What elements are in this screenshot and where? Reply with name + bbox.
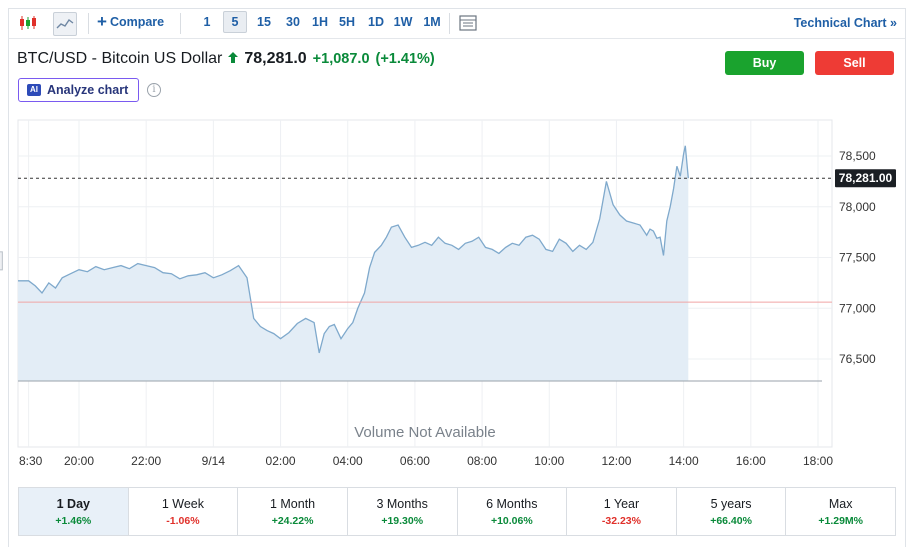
period-1-day[interactable]: 1 Day +1.46% [19, 488, 129, 535]
period-change: +1.29M% [818, 515, 864, 527]
period-6-months[interactable]: 6 Months +10.06% [458, 488, 568, 535]
volume-not-available: Volume Not Available [354, 424, 495, 441]
y-tick-label: 76,500 [839, 352, 876, 366]
y-tick-label: 77,500 [839, 251, 876, 265]
period-change: -32.23% [601, 515, 641, 527]
period-change: -1.06% [166, 515, 200, 527]
period-1-week[interactable]: 1 Week -1.06% [129, 488, 239, 535]
x-tick-label: 10:00 [534, 454, 564, 468]
period-1-year[interactable]: 1 Year -32.23% [567, 488, 677, 535]
x-tick-label: 12:00 [601, 454, 631, 468]
x-tick-label: 18:00 [803, 454, 833, 468]
x-tick-label: 02:00 [266, 454, 296, 468]
period-label: 1 Week [161, 497, 205, 511]
period-label: 1 Day [56, 497, 90, 511]
period-1-month[interactable]: 1 Month +24.22% [238, 488, 348, 535]
period-max[interactable]: Max +1.29M% [786, 488, 895, 535]
x-tick-label: 9/14 [202, 454, 226, 468]
x-tick-label: 08:00 [467, 454, 497, 468]
x-tick-label: 16:00 [736, 454, 766, 468]
period-change: +66.40% [710, 515, 752, 527]
last-price-badge-label: 78,281.00 [839, 171, 893, 185]
period-3-months[interactable]: 3 Months +19.30% [348, 488, 458, 535]
x-tick-label: 22:00 [131, 454, 161, 468]
x-tick-label: 06:00 [400, 454, 430, 468]
period-change: +1.46% [55, 515, 92, 527]
period-label: 1 Month [269, 497, 316, 511]
period-label: Max [828, 497, 853, 511]
y-tick-label: 78,500 [839, 149, 876, 163]
price-chart[interactable]: Investing.comNNNNN78,50078,00077,50077,0… [0, 0, 914, 547]
period-change: +10.06% [490, 515, 533, 527]
period-change: +19.30% [381, 515, 424, 527]
x-tick-label: 04:00 [333, 454, 363, 468]
performance-periods: 1 Day +1.46% 1 Week -1.06% 1 Month +24.22% 3 M… [18, 487, 896, 536]
period-5-years[interactable]: 5 years +66.40% [677, 488, 787, 535]
x-tick-label: 20:00 [64, 454, 94, 468]
news-marker[interactable] [0, 251, 3, 271]
period-change: +24.22% [271, 515, 314, 527]
period-label: 6 Months [486, 497, 538, 511]
y-tick-label: 78,000 [839, 200, 876, 214]
y-tick-label: 77,000 [839, 301, 876, 315]
x-tick-label: 8:30 [19, 454, 43, 468]
x-tick-label: 14:00 [669, 454, 699, 468]
price-area-fill [18, 145, 689, 381]
period-label: 5 years [710, 497, 752, 511]
period-label: 3 Months [376, 497, 428, 511]
period-label: 1 Year [603, 497, 640, 511]
